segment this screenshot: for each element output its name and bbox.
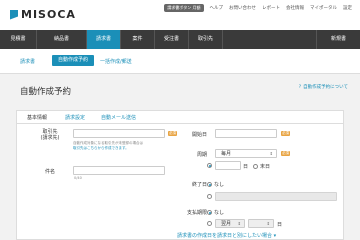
day-input[interactable] [215,161,241,170]
report-link[interactable]: レポート [262,5,280,11]
more-options-link[interactable]: 請求書の作成日を請求日と別にしたい場合 ▾ [177,232,276,239]
day-radio[interactable] [207,163,212,168]
pay-date-option[interactable] [207,221,212,226]
start-label: 開始日 [191,132,207,138]
help-about-link[interactable]: ? 自動作成予約について [298,84,348,91]
contact-link[interactable]: お問い合わせ [229,5,256,11]
misoca-logo[interactable]: MISOCA [10,8,76,21]
logo-text: MISOCA [21,8,76,21]
settings-link[interactable]: 設定 [343,5,352,11]
pay-month-select[interactable]: 翌月 ⇕ [215,219,245,228]
subject-input[interactable] [73,166,165,175]
nav-project[interactable]: 案件 [121,30,155,49]
nav-delivery[interactable]: 納品書 [37,30,87,49]
start-date-input[interactable] [215,129,277,138]
subnav-bulk[interactable]: 一括作成/郵送 [100,58,132,65]
nav-order[interactable]: 受注書 [155,30,189,49]
end-date-radio[interactable] [207,194,212,199]
end-none-radio[interactable] [207,182,212,187]
chevron-down-icon: ⇕ [269,151,273,156]
pay-label: 支払期限 [186,210,207,216]
help-link[interactable]: ヘルプ [210,5,224,11]
end-label: 終了日 [191,182,207,188]
pay-day-select[interactable]: ⇕ [248,219,274,228]
nav-new-button[interactable]: 新規書 [316,30,360,49]
tab-basic[interactable]: 基本情報 [27,114,47,121]
subnav-auto[interactable]: 自動作成予約 [52,55,94,66]
top-bar: MISOCA 請求書ボタン 月額 ヘルプ お問い合わせ レポート 会社情報 マイ… [0,0,360,30]
nav-client[interactable]: 取引先 [189,30,223,49]
end-of-month-radio[interactable] [253,164,258,169]
logo-mark-icon [10,9,18,20]
client-label: 取引先 (請求先) [40,129,60,141]
subject-label: 件名 [44,169,55,175]
main-nav: 見積書 納品書 請求書 案件 受注書 取引先 新規書 [0,30,360,49]
nav-invoice[interactable]: 請求書 [87,30,121,49]
tab-bar: 基本情報 請求設定 自動メール送信 [17,111,343,124]
client-hint-2[interactable]: 取引先はこちらから作成できます。 [73,146,129,151]
cycle-select[interactable]: 毎月 ⇕ [215,149,277,158]
day-unit: 日 [243,164,249,170]
pay-none-radio[interactable] [207,210,212,215]
form-panel: 基本情報 請求設定 自動メール送信 取引先 (請求先) 必須 自動作成対象になる… [16,110,344,240]
end-of-month-option[interactable]: 末日 [253,163,270,170]
tab-billing[interactable]: 請求設定 [65,114,85,121]
subject-count: 0/40 [74,176,82,180]
pay-none-option[interactable]: なし [207,209,224,216]
utility-links: 請求書ボタン 月額 ヘルプ お問い合わせ レポート 会社情報 マイポータル 設定 [164,4,352,12]
cycle-label: 周期 [196,152,207,158]
plan-badge[interactable]: 請求書ボタン 月額 [164,4,204,12]
page-title: 自動作成予約 [20,87,72,97]
day-radio-option[interactable] [207,163,212,168]
pay-day-unit: 日 [277,222,283,228]
end-date-input[interactable] [215,192,337,201]
end-date-option[interactable] [207,194,212,199]
start-required-badge: 必須 [281,131,290,136]
company-link[interactable]: 会社情報 [286,5,304,11]
sub-nav: 請求書 自動作成予約 一括作成/郵送 [0,49,360,74]
subnav-invoice[interactable]: 請求書 [20,58,35,65]
end-none-option[interactable]: なし [207,181,224,188]
mypage-link[interactable]: マイポータル [310,5,337,11]
cycle-required-badge: 必須 [281,151,290,156]
client-input[interactable] [73,129,165,138]
pay-date-radio[interactable] [207,221,212,226]
chevron-down-icon: ⇕ [237,221,241,226]
client-required-badge: 必須 [168,131,177,136]
nav-estimate[interactable]: 見積書 [0,30,37,49]
chevron-down-icon: ⇕ [266,221,270,226]
question-icon: ? [298,84,302,90]
tab-mail[interactable]: 自動メール送信 [101,114,136,121]
